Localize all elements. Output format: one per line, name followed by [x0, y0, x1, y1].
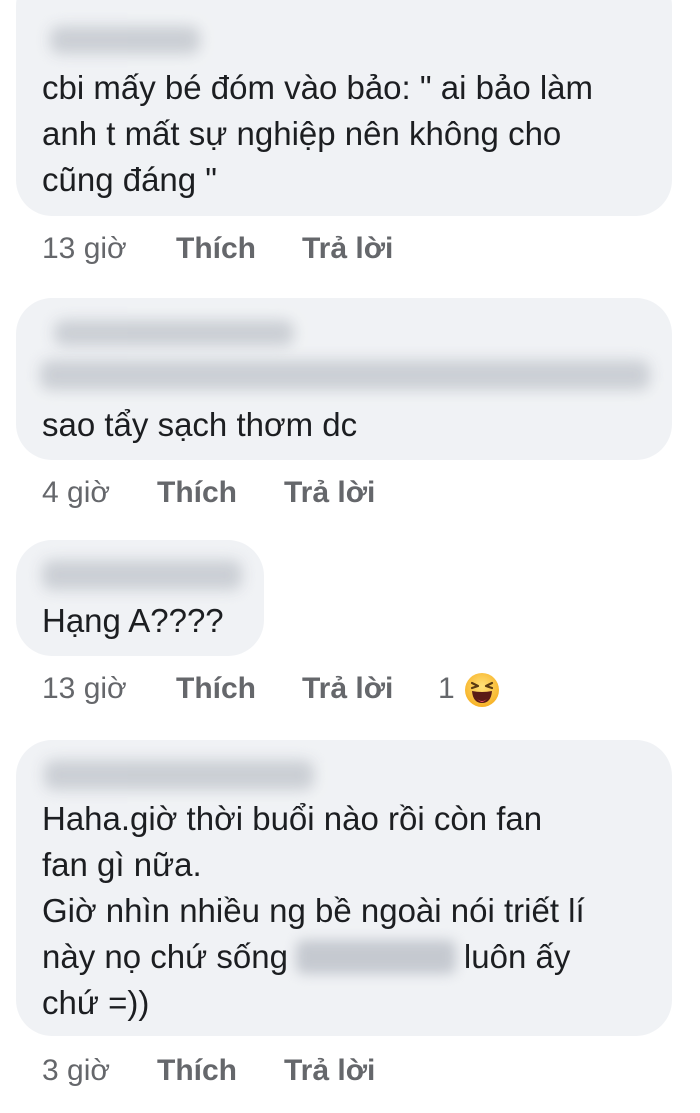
- blurred-author-name: [42, 560, 242, 590]
- like-button[interactable]: Thích: [176, 232, 256, 266]
- comment-actions: 13 giờ Thích Trả lời: [0, 232, 700, 272]
- comment-text: cbi mấy bé đóm vào bảo: " ai bảo làm anh…: [42, 69, 594, 198]
- blurred-author-name: [54, 320, 294, 346]
- comment-text: sao tẩy sạch thơm dc: [42, 406, 358, 443]
- reply-button[interactable]: Trả lời: [284, 1054, 375, 1088]
- comment-bubble[interactable]: cbi mấy bé đóm vào bảo: " ai bảo làm anh…: [16, 0, 672, 216]
- comment-bubble[interactable]: sao tẩy sạch thơm dc: [16, 298, 672, 460]
- comment-actions: 13 giờ Thích Trả lời 1: [0, 672, 700, 712]
- comment-line: này nọ chứ sống luôn ấy: [42, 934, 662, 980]
- comment-line: fan gì nữa.: [42, 846, 202, 883]
- like-button[interactable]: Thích: [157, 1054, 237, 1088]
- comment-line: Giờ nhìn nhiều ng bề ngoài nói triết lí: [42, 892, 585, 929]
- comment-actions: 4 giờ Thích Trả lời: [0, 476, 700, 516]
- like-button[interactable]: Thích: [176, 672, 256, 706]
- blurred-quoted-text: [40, 360, 650, 390]
- comment-bubble[interactable]: Hạng A????: [16, 540, 264, 656]
- reaction-count[interactable]: 1: [438, 672, 455, 706]
- reply-button[interactable]: Trả lời: [302, 232, 393, 266]
- comment-time[interactable]: 13 giờ: [42, 672, 127, 706]
- reply-button[interactable]: Trả lời: [284, 476, 375, 510]
- comment-actions: 3 giờ Thích Trả lời: [0, 1054, 700, 1094]
- comment-time[interactable]: 13 giờ: [42, 232, 127, 266]
- comment-bubble[interactable]: Haha.giờ thời buổi nào rồi còn fan fan g…: [16, 740, 672, 1036]
- like-button[interactable]: Thích: [157, 476, 237, 510]
- reply-button[interactable]: Trả lời: [302, 672, 393, 706]
- comment-thread: cbi mấy bé đóm vào bảo: " ai bảo làm anh…: [0, 0, 700, 1113]
- blurred-author-name: [44, 760, 314, 790]
- comment-line: Haha.giờ thời buổi nào rồi còn fan: [42, 800, 543, 837]
- comment-time[interactable]: 4 giờ: [42, 476, 110, 510]
- comment-line-part: này nọ chứ sống: [42, 938, 288, 975]
- blurred-author-name: [50, 26, 200, 54]
- comment-line-part: luôn ấy: [463, 938, 571, 975]
- comment-line: chứ =)): [42, 984, 150, 1021]
- comment-time[interactable]: 3 giờ: [42, 1054, 110, 1088]
- blurred-word: [295, 940, 456, 974]
- comment-text: Haha.giờ thời buổi nào rồi còn fan fan g…: [42, 796, 662, 1026]
- haha-emoji-icon[interactable]: [464, 672, 500, 708]
- comment-text: Hạng A????: [42, 602, 224, 639]
